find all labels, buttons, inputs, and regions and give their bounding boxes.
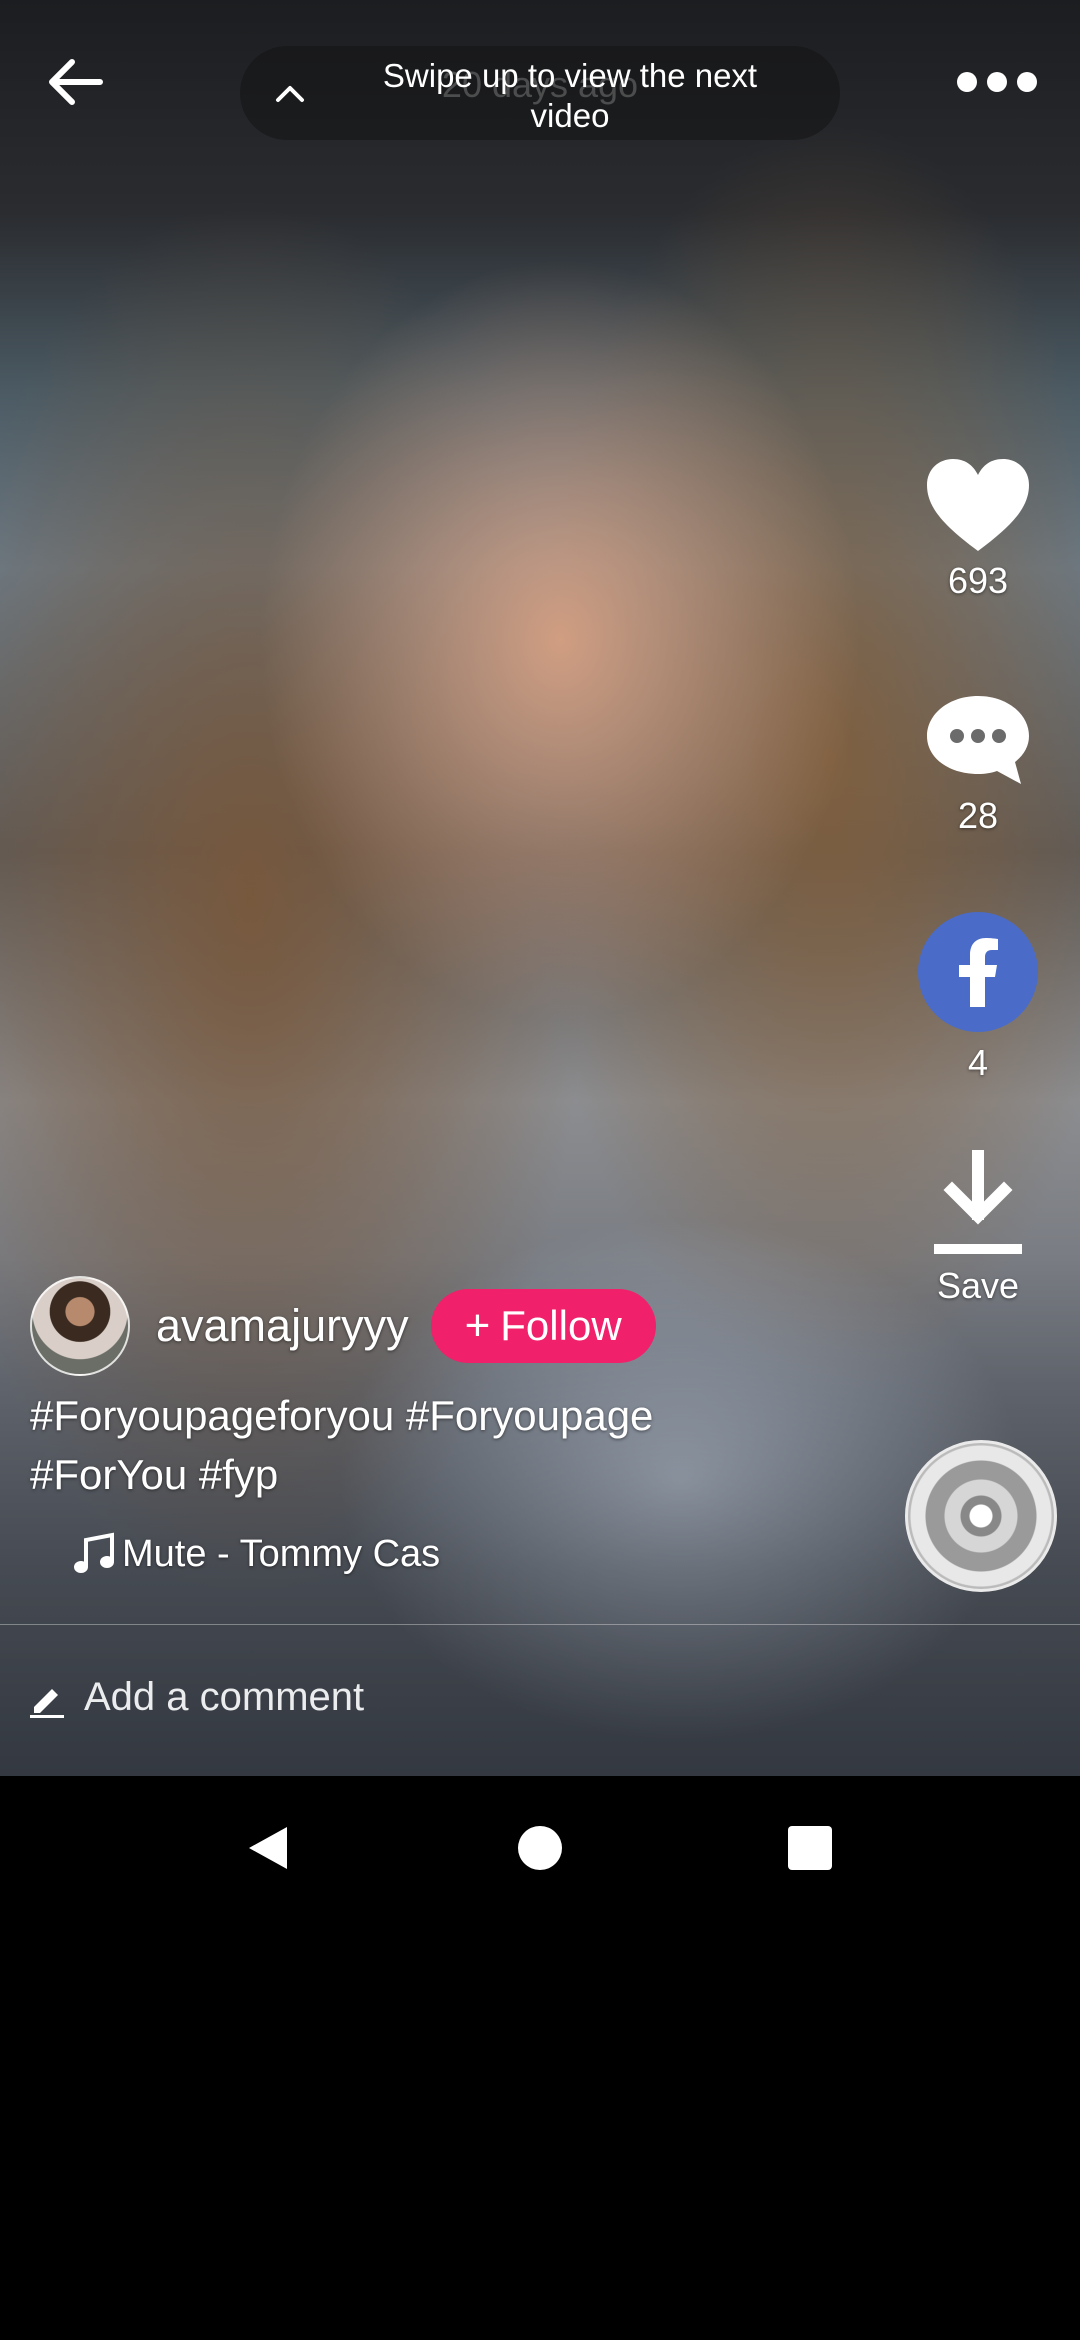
pencil-icon: [30, 1689, 64, 1718]
avatar[interactable]: [30, 1276, 130, 1376]
music-disc[interactable]: [905, 1440, 1057, 1592]
system-nav-bar: [0, 1776, 1080, 1920]
nav-back-icon: [249, 1827, 287, 1869]
like-button[interactable]: 693: [905, 455, 1051, 602]
follow-button[interactable]: + Follow: [430, 1289, 656, 1363]
plus-icon: +: [464, 1301, 491, 1350]
comment-input[interactable]: Add a comment: [84, 1675, 364, 1720]
top-bar: 20 days ago Swipe up to view the next vi…: [0, 0, 1080, 180]
follow-label: Follow: [500, 1302, 622, 1349]
like-count: 693: [947, 560, 1009, 601]
comment-button[interactable]: 28: [905, 690, 1051, 837]
music-note-icon: [74, 1532, 114, 1573]
share-count: 4: [967, 1042, 989, 1083]
chevron-up-icon: [276, 86, 304, 102]
nav-home-button[interactable]: [508, 1816, 572, 1880]
swipe-hint[interactable]: 20 days ago Swipe up to view the next vi…: [240, 46, 840, 140]
nav-back-button[interactable]: [236, 1816, 300, 1880]
nav-recents-button[interactable]: [778, 1816, 842, 1880]
more-icon[interactable]: [955, 62, 1039, 102]
swipe-hint-text: Swipe up to view the next video: [382, 57, 758, 134]
facebook-share-button[interactable]: 4: [905, 912, 1051, 1084]
back-arrow-icon: [49, 59, 103, 105]
download-icon: [934, 1150, 1022, 1254]
back-button[interactable]: [36, 42, 116, 122]
author-row: avamajuryyy + Follow: [30, 1276, 656, 1376]
username[interactable]: avamajuryyy: [156, 1300, 409, 1352]
comment-icon: [927, 696, 1029, 784]
music-title: Mute - Tommy Cas: [122, 1532, 441, 1575]
facebook-icon: [918, 912, 1038, 1032]
post-caption[interactable]: #Foryoupageforyou #Foryoupage #ForYou #f…: [30, 1386, 750, 1504]
nav-home-icon: [518, 1826, 562, 1870]
save-label: Save: [936, 1265, 1020, 1306]
nav-recents-icon: [788, 1826, 832, 1870]
comment-bar[interactable]: Add a comment: [0, 1625, 1080, 1776]
comment-count: 28: [957, 795, 999, 836]
heart-icon: [927, 459, 1029, 551]
save-button[interactable]: Save: [905, 1150, 1051, 1307]
music-info[interactable]: Mute - Tommy Cas: [70, 1526, 450, 1582]
